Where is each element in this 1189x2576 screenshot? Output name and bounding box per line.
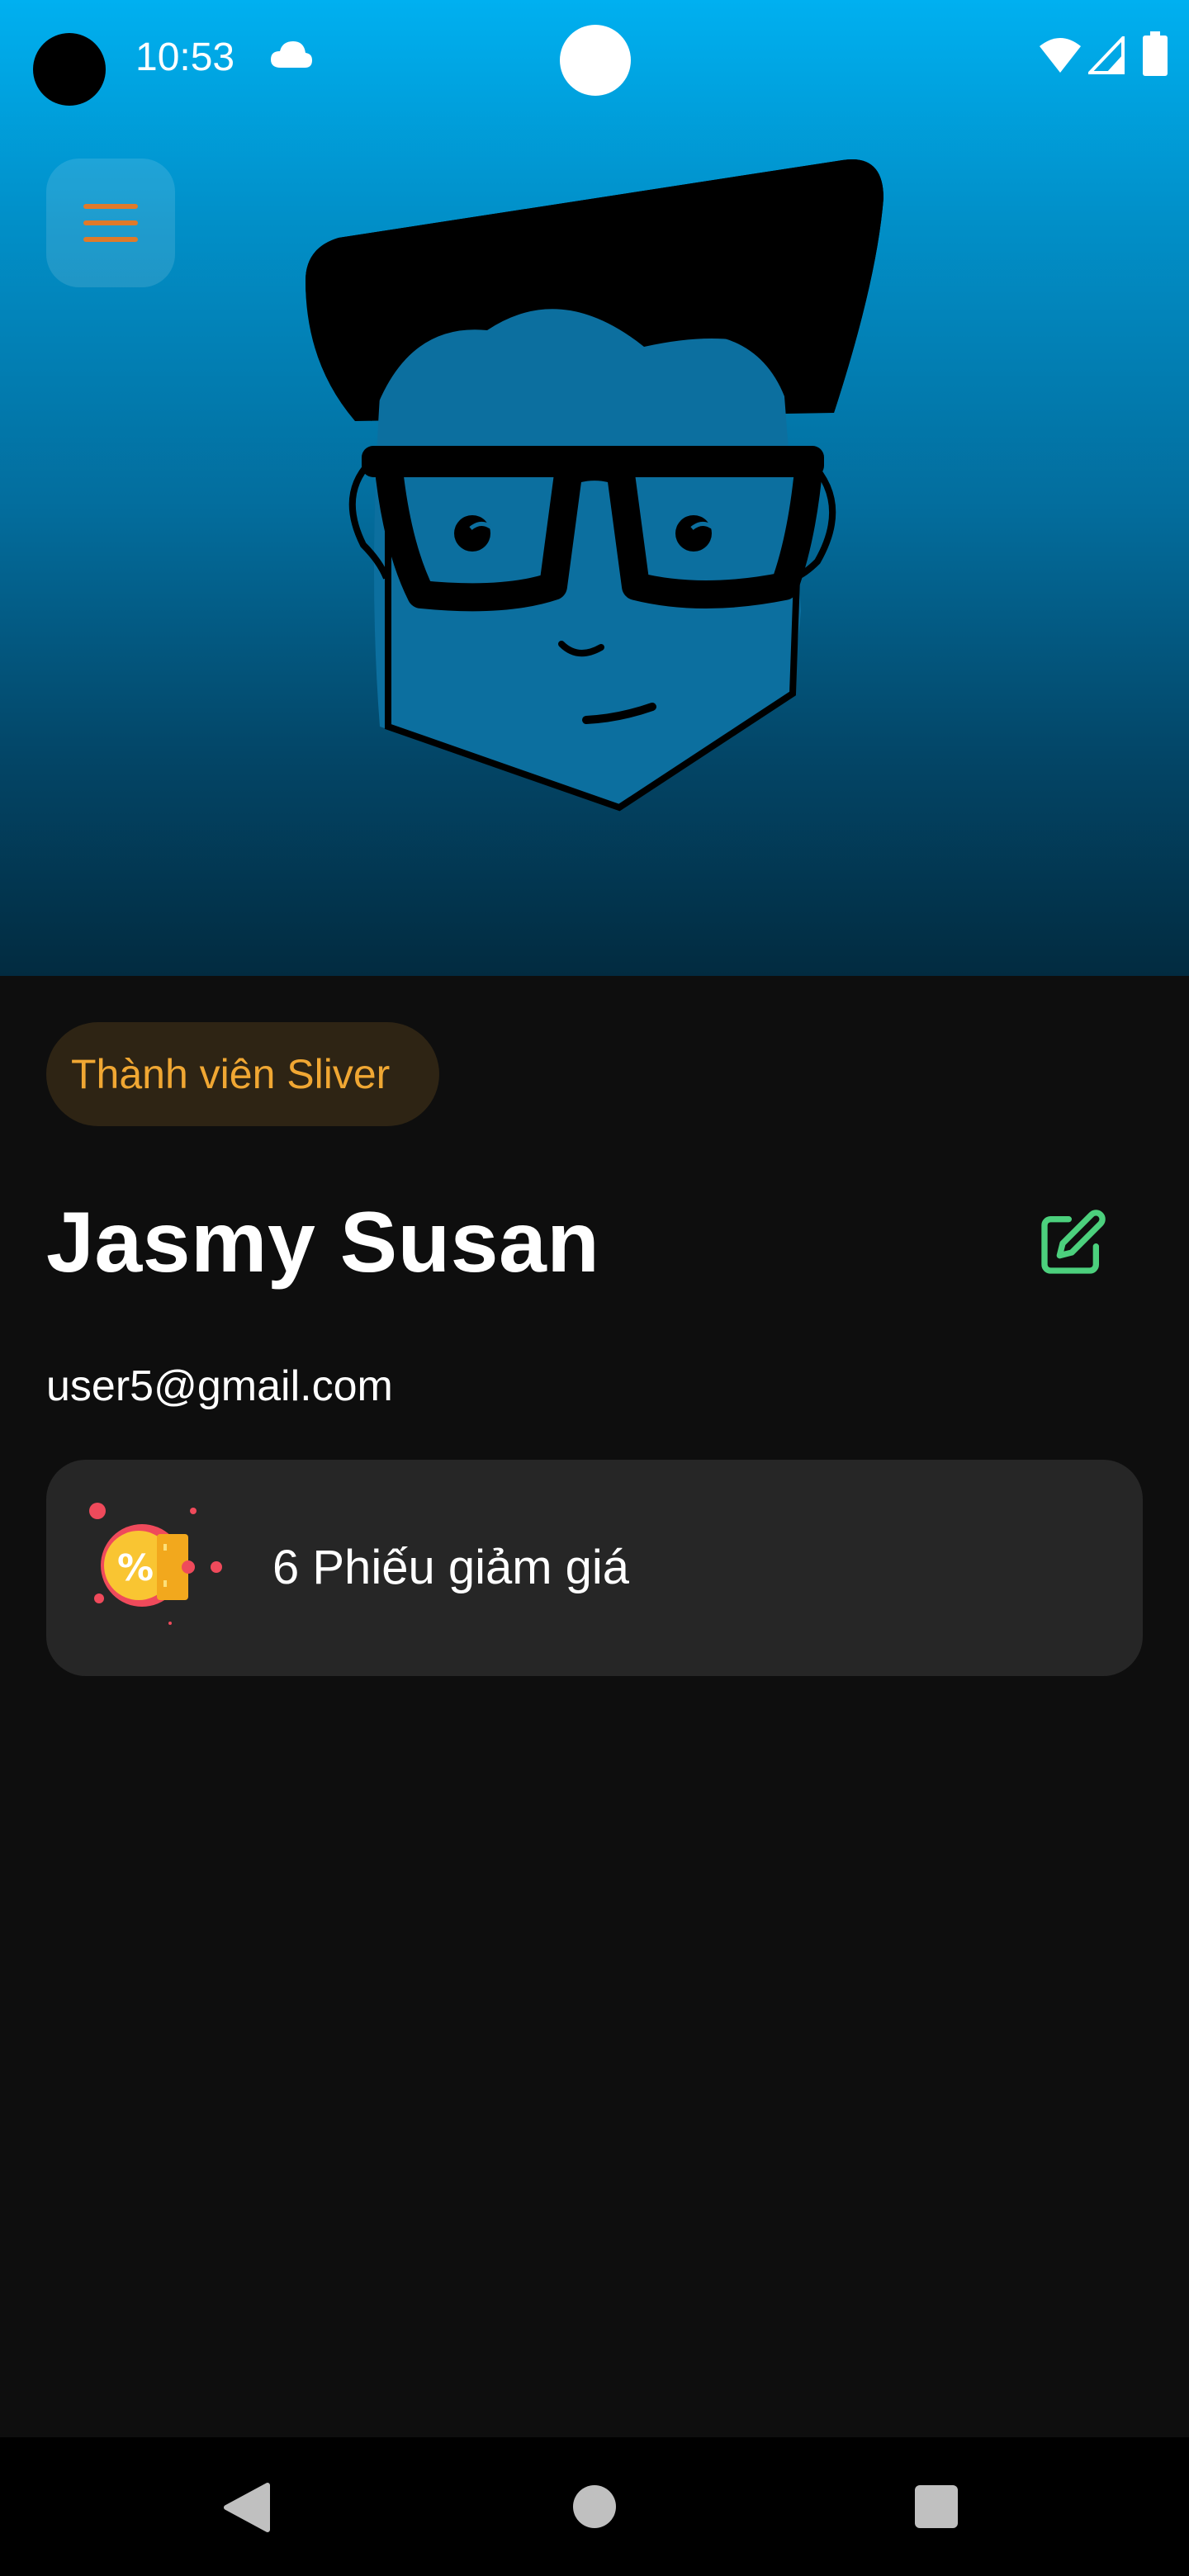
wifi-icon: [1040, 38, 1081, 73]
signal-icon: [1088, 36, 1125, 74]
profile-email: user5@gmail.com: [46, 1362, 393, 1410]
membership-badge: Thành viên Sliver: [46, 1022, 439, 1126]
battery-icon: [1143, 31, 1168, 76]
avatar-illustration: [306, 159, 883, 812]
recents-icon[interactable]: [915, 2485, 958, 2528]
discount-voucher-icon: %: [89, 1503, 222, 1625]
edit-profile-button[interactable]: [1032, 1204, 1111, 1283]
back-icon[interactable]: [223, 2482, 271, 2533]
status-bar: 10:53: [0, 0, 1189, 116]
camera-cutout: [33, 33, 106, 106]
profile-cover: [0, 0, 1189, 976]
hamburger-menu-icon: [83, 204, 138, 242]
system-nav-bar: [0, 2437, 1189, 2576]
front-sensor-dot: [560, 25, 631, 96]
voucher-card[interactable]: % 6 Phiếu giảm giá: [46, 1460, 1143, 1676]
profile-screen: 10:53 Thành viên Sliver Jasmy Susan user…: [0, 0, 1189, 2576]
status-time: 10:53: [135, 36, 235, 79]
svg-text:%: %: [117, 1547, 154, 1589]
home-icon[interactable]: [573, 2485, 616, 2528]
profile-name: Jasmy Susan: [46, 1195, 600, 1290]
edit-icon: [1041, 1210, 1106, 1274]
voucher-count-label: 6 Phiếu giảm giá: [272, 1541, 630, 1594]
cloud-icon: [271, 41, 312, 68]
menu-button[interactable]: [46, 159, 175, 287]
